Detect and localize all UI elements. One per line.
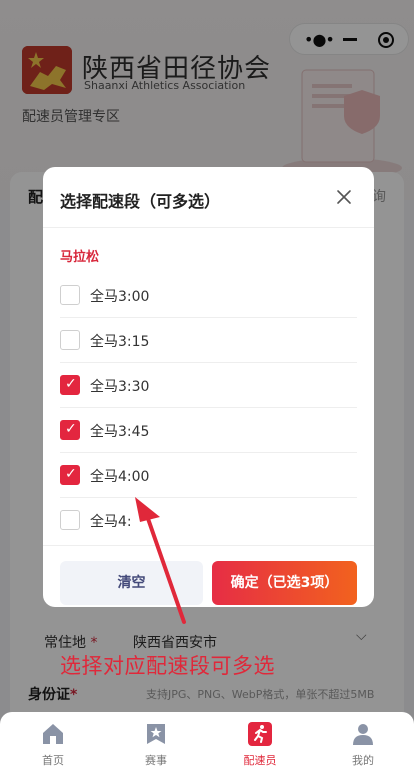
home-icon <box>43 724 63 744</box>
pace-option-label: 全马3:30 <box>90 379 150 395</box>
runner-icon <box>248 722 272 746</box>
pace-option[interactable]: 全马3:45 <box>60 409 357 453</box>
tab-mine[interactable]: 我的 <box>323 712 403 773</box>
star-badge-icon <box>147 724 165 744</box>
divider <box>43 545 374 546</box>
bottom-tab-bar: 首页 赛事 配速员 我的 <box>0 712 414 773</box>
tab-mine-label: 我的 <box>352 754 374 767</box>
group-label: 马拉松 <box>60 250 100 265</box>
pace-option[interactable]: 全马4: <box>60 499 357 543</box>
user-icon <box>353 724 373 745</box>
pace-option-label: 全马3:00 <box>90 289 150 305</box>
checkbox[interactable] <box>60 330 80 350</box>
pace-option[interactable]: 全马3:15 <box>60 319 357 363</box>
tab-home[interactable]: 首页 <box>13 712 93 773</box>
pace-option[interactable]: 全马3:30 <box>60 364 357 408</box>
pace-option-label: 全马4: <box>90 514 132 530</box>
checkbox[interactable] <box>60 465 80 485</box>
divider <box>43 227 374 228</box>
pace-option[interactable]: 全马4:00 <box>60 454 357 498</box>
close-icon[interactable] <box>334 187 354 207</box>
pace-option-label: 全马4:00 <box>90 469 150 485</box>
pace-option[interactable]: 全马3:00 <box>60 274 357 318</box>
checkbox[interactable] <box>60 285 80 305</box>
tab-events[interactable]: 赛事 <box>116 712 196 773</box>
pace-option-label: 全马3:45 <box>90 424 150 440</box>
checkbox[interactable] <box>60 510 80 530</box>
tab-events-label: 赛事 <box>145 754 167 767</box>
pace-select-dialog: 选择配速段（可多选） 马拉松 全马3:00 全马3:15 全马3:30 全马3:… <box>43 167 374 607</box>
confirm-button[interactable]: 确定（已选3项） <box>212 561 357 605</box>
checkbox[interactable] <box>60 420 80 440</box>
dialog-title: 选择配速段（可多选） <box>60 192 221 211</box>
tab-pacer[interactable]: 配速员 <box>220 712 300 773</box>
tab-home-label: 首页 <box>42 754 64 767</box>
pace-option-label: 全马3:15 <box>90 334 150 350</box>
tab-pacer-label: 配速员 <box>243 754 277 767</box>
checkbox[interactable] <box>60 375 80 395</box>
annotation-text: 选择对应配速段可多选 <box>60 654 275 678</box>
clear-button[interactable]: 清空 <box>60 561 203 605</box>
